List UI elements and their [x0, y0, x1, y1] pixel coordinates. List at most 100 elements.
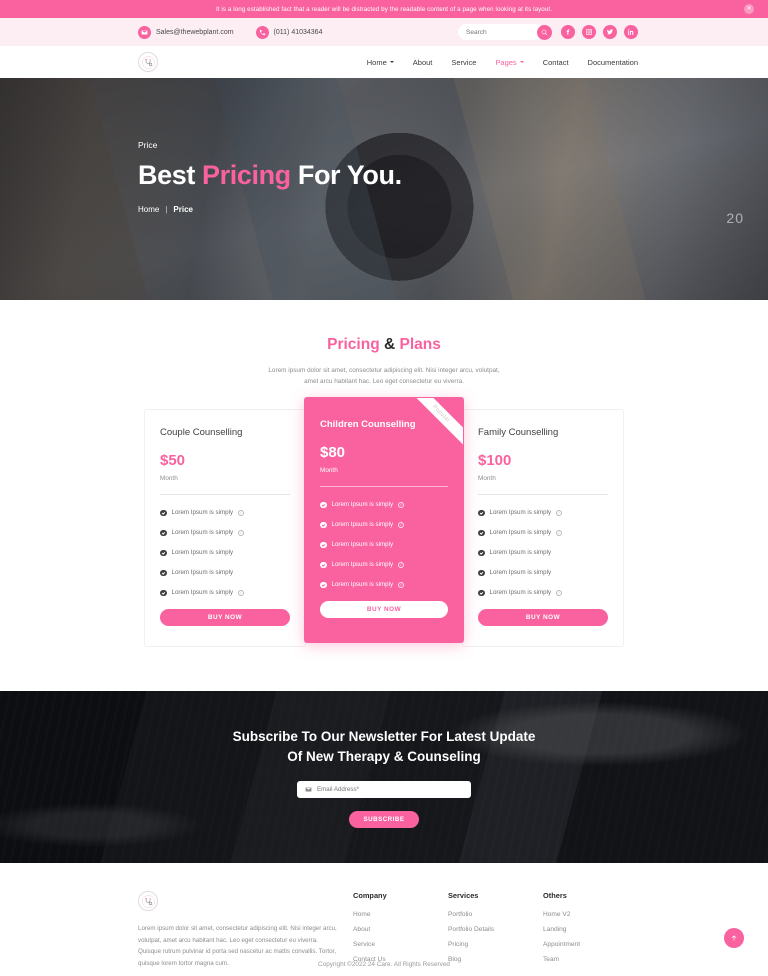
footer-column-heading: Services [448, 891, 479, 901]
check-circle-icon [320, 581, 327, 589]
info-icon[interactable]: i [398, 521, 405, 528]
plan-period: Month [160, 475, 178, 483]
nav-item-documentation[interactable]: Documentation [588, 58, 638, 67]
hero-title-highlight: Pricing [202, 160, 291, 190]
check-circle-icon [320, 501, 327, 509]
breadcrumb-home[interactable]: Home [138, 205, 159, 214]
footer: Lorem ipsum dolor sit amet, consectetur … [0, 863, 768, 976]
linkedin-icon[interactable] [624, 25, 638, 39]
hero-content: Price Best Pricing For You. Home | Price [138, 140, 402, 214]
footer-link[interactable]: Service [353, 941, 448, 948]
email-field[interactable] [297, 781, 471, 799]
logo[interactable] [138, 52, 158, 72]
plan-feature-label: Lorem Ipsum is simply [489, 529, 552, 537]
check-circle-icon [478, 569, 485, 577]
nav-item-label: Documentation [587, 57, 638, 67]
email-contact[interactable]: Sales@thewebplant.com [138, 25, 234, 39]
nav-item-label: Service [451, 57, 477, 67]
plan-price: $50 [160, 452, 186, 470]
nav-item-home[interactable]: Home [367, 58, 394, 67]
info-icon[interactable]: i [556, 589, 563, 596]
stethoscope-icon [141, 55, 155, 69]
phone-contact[interactable]: (011) 41034364 [255, 25, 323, 39]
newsletter-form: SUBSCRIBE [297, 781, 471, 829]
check-circle-icon [478, 589, 485, 597]
info-icon[interactable]: i [398, 561, 405, 568]
info-icon[interactable]: i [238, 529, 245, 536]
plan-feature-label: Lorem Ipsum is simply [489, 569, 552, 577]
search-box[interactable] [458, 24, 552, 40]
nav-item-pages[interactable]: Pages [495, 58, 524, 67]
check-circle-icon [160, 509, 167, 517]
copyright-text: Copyright ©2022 24 Care. All Rights Rese… [318, 961, 450, 968]
info-bar-right [458, 24, 638, 40]
breadcrumb-current: Price [173, 205, 193, 214]
footer-link[interactable]: Appointment [543, 941, 638, 948]
buy-now-button[interactable]: BUY NOW [478, 609, 608, 627]
pricing-card: Popular Children Counselling $80 Month Lorem… [304, 397, 464, 644]
plan-feature-label: Lorem Ipsum is simply [331, 541, 394, 549]
footer-link[interactable]: About [353, 926, 448, 933]
plan-feature-label: Lorem Ipsum is simply [331, 521, 394, 529]
footer-link[interactable]: Pricing [448, 941, 543, 948]
nav-links: Home About Service Pages Contact Documentatio… [367, 58, 638, 67]
info-icon[interactable]: i [238, 509, 245, 516]
plan-feature: Lorem Ipsum is simply [478, 549, 608, 556]
footer-link[interactable]: Portfolio [448, 911, 543, 918]
newsletter-title-line2: Of New Therapy & Counseling [287, 748, 481, 764]
buy-now-button[interactable]: BUY NOW [320, 601, 448, 619]
info-icon[interactable]: i [556, 509, 563, 516]
nav-item-contact[interactable]: Contact [543, 58, 569, 67]
nav-item-service[interactable]: Service [451, 58, 476, 67]
close-icon[interactable]: ✕ [744, 4, 754, 14]
info-icon[interactable]: i [238, 589, 245, 596]
section-title-amp: & [383, 336, 396, 353]
hero-banner: 20 Price Best Pricing For You. Home | Pr… [0, 78, 768, 300]
main-navigation: Home About Service Pages Contact Documentatio… [0, 46, 768, 78]
instagram-icon[interactable] [582, 25, 596, 39]
plan-feature: Lorem Ipsum is simply i [160, 509, 290, 516]
divider [478, 494, 608, 496]
subscribe-button[interactable]: SUBSCRIBE [349, 811, 419, 829]
section-title-b: Plans [395, 336, 441, 353]
buy-now-button[interactable]: BUY NOW [160, 609, 290, 627]
nav-item-label: About [412, 57, 433, 67]
mail-icon [138, 25, 151, 39]
check-circle-icon [160, 549, 167, 557]
newsletter-section: Subscribe To Our Newsletter For Latest U… [0, 691, 768, 864]
phone-text: (011) 41034364 [273, 28, 323, 36]
newsletter-email-input[interactable] [317, 786, 463, 794]
plan-period: Month [478, 475, 496, 483]
plan-feature: Lorem Ipsum is simply [478, 569, 608, 576]
check-circle-icon [160, 589, 167, 597]
hero-eyebrow: Price [138, 140, 158, 150]
footer-logo[interactable] [138, 891, 158, 912]
footer-column-heading: Others [543, 891, 567, 901]
footer-link[interactable]: Portfolio Details [448, 926, 543, 933]
search-button[interactable] [537, 24, 552, 40]
info-icon[interactable]: i [398, 501, 405, 508]
footer-link[interactable]: Home [353, 911, 448, 918]
scroll-to-top-button[interactable] [724, 928, 744, 948]
divider [320, 486, 448, 488]
facebook-icon[interactable] [561, 25, 575, 39]
plan-feature-label: Lorem Ipsum is simply [331, 561, 394, 569]
section-subtitle: Lorem ipsum dolor sit amet, consectetur … [268, 367, 500, 386]
plan-feature: Lorem Ipsum is simply [160, 549, 290, 556]
plan-feature-label: Lorem Ipsum is simply [171, 569, 234, 577]
footer-link[interactable]: Landing [543, 926, 638, 933]
nav-item-label: Home [366, 57, 387, 67]
nav-item-about[interactable]: About [413, 58, 433, 67]
info-icon[interactable]: i [398, 581, 405, 588]
twitter-icon[interactable] [603, 25, 617, 39]
hero-title-post: For You. [290, 160, 402, 190]
section-title: Pricing & Plans [0, 336, 768, 354]
pricing-card: Family Counselling $100 Month Lorem Ipsum i… [462, 409, 624, 648]
announcement-text: It is a long established fact that a rea… [215, 5, 553, 13]
footer-column-heading: Company [353, 891, 387, 901]
footer-link[interactable]: Home V2 [543, 911, 638, 918]
plan-feature: Lorem Ipsum is simply i [320, 501, 448, 508]
info-icon[interactable]: i [556, 529, 563, 536]
plan-feature-label: Lorem Ipsum is simply [171, 529, 234, 537]
search-input[interactable] [458, 24, 544, 40]
